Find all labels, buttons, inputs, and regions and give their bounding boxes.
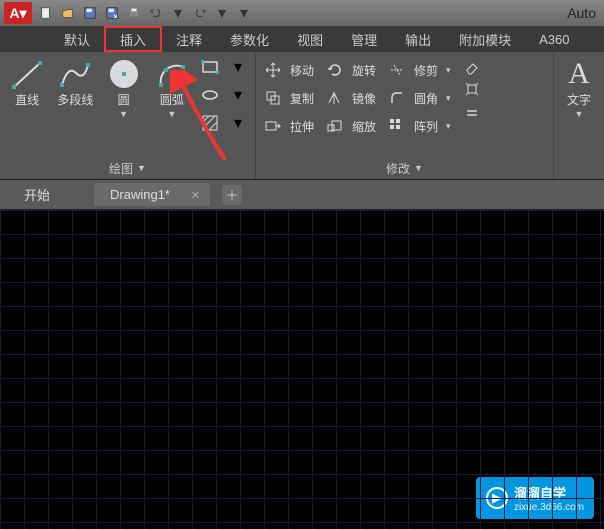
circle-button[interactable]: 圆 ▼ (103, 56, 145, 119)
arc-icon (154, 56, 190, 92)
menu-view[interactable]: 视图 (283, 26, 337, 52)
menu-default[interactable]: 默认 (50, 26, 104, 52)
quick-access-toolbar: ▾ ▾ ▾ (36, 3, 254, 23)
modify-group-title[interactable]: 修改▼ (262, 157, 547, 179)
move-icon (262, 59, 284, 81)
add-tab-button[interactable]: ＋ (222, 185, 242, 205)
app-title: Auto (567, 5, 600, 21)
menu-parametric[interactable]: 参数化 (216, 26, 283, 52)
ellipse-dd-icon[interactable]: ▾ (227, 84, 249, 106)
rotate-icon (324, 59, 346, 81)
tab-start[interactable]: 开始 (8, 181, 90, 208)
line-button[interactable]: 直线 (6, 56, 48, 107)
ribbon-group-modify: 移动 复制 拉伸 旋转 镜像 缩放 修剪▾ 圆角▾ 阵列▾ (256, 52, 554, 179)
stretch-button[interactable]: 拉伸 (262, 112, 314, 140)
trim-icon (386, 59, 408, 81)
text-icon: A (561, 56, 597, 92)
ribbon-group-annotate: A 文字 ▼ (554, 52, 604, 179)
explode-icon[interactable] (461, 78, 483, 100)
save-icon[interactable] (80, 3, 100, 23)
draw-group-title[interactable]: 绘图▼ (6, 157, 249, 179)
ribbon: 直线 多段线 圆 ▼ 圆弧 ▼ ▾ ▾ (0, 52, 604, 180)
copy-icon (262, 87, 284, 109)
watermark-url: zixue.3d66.com (514, 502, 584, 513)
arc-button[interactable]: 圆弧 ▼ (151, 56, 193, 119)
hatch-icon[interactable] (199, 112, 221, 134)
ellipse-icon[interactable] (199, 84, 221, 106)
line-icon (9, 56, 45, 92)
rect-dd-icon[interactable]: ▾ (227, 56, 249, 78)
undo-dropdown[interactable]: ▾ (168, 3, 188, 23)
circle-label: 圆 (118, 94, 130, 107)
line-label: 直线 (15, 94, 39, 107)
fillet-button[interactable]: 圆角▾ (386, 84, 451, 112)
hatch-dd-icon[interactable]: ▾ (227, 112, 249, 134)
drawing-canvas[interactable]: ▶ 溜溜自学 zixue.3d66.com (0, 210, 604, 529)
copy-button[interactable]: 复制 (262, 84, 314, 112)
watermark-brand: 溜溜自学 (514, 483, 584, 502)
app-logo[interactable]: A▾ (4, 2, 32, 24)
text-button[interactable]: A 文字 ▼ (560, 56, 598, 119)
arc-label: 圆弧 (160, 94, 184, 107)
tab-drawing1[interactable]: Drawing1*✕ (94, 183, 210, 206)
move-button[interactable]: 移动 (262, 56, 314, 84)
polyline-icon (57, 56, 93, 92)
menubar: 默认 插入 注释 参数化 视图 管理 输出 附加模块 A360 (0, 26, 604, 52)
undo-icon[interactable] (146, 3, 166, 23)
polyline-button[interactable]: 多段线 (54, 56, 96, 107)
print-icon[interactable] (124, 3, 144, 23)
new-icon[interactable] (36, 3, 56, 23)
open-icon[interactable] (58, 3, 78, 23)
rotate-button[interactable]: 旋转 (324, 56, 376, 84)
qat-more[interactable]: ▾ (234, 3, 254, 23)
array-icon (386, 115, 408, 137)
text-label: 文字 (567, 94, 591, 107)
saveas-icon[interactable] (102, 3, 122, 23)
menu-annotate[interactable]: 注释 (162, 26, 216, 52)
menu-insert[interactable]: 插入 (104, 26, 162, 52)
file-tabbar: 开始 Drawing1*✕ ＋ (0, 180, 604, 210)
titlebar: A▾ ▾ ▾ ▾ Auto (0, 0, 604, 26)
menu-a360[interactable]: A360 (525, 26, 583, 52)
scale-icon (324, 115, 346, 137)
trim-button[interactable]: 修剪▾ (386, 56, 451, 84)
close-icon[interactable]: ✕ (191, 189, 200, 202)
offset-icon[interactable] (461, 100, 483, 122)
scale-button[interactable]: 缩放 (324, 112, 376, 140)
ribbon-group-draw: 直线 多段线 圆 ▼ 圆弧 ▼ ▾ ▾ (0, 52, 256, 179)
array-button[interactable]: 阵列▾ (386, 112, 451, 140)
menu-manage[interactable]: 管理 (337, 26, 391, 52)
rectangle-icon[interactable] (199, 56, 221, 78)
mirror-button[interactable]: 镜像 (324, 84, 376, 112)
polyline-label: 多段线 (57, 94, 93, 107)
redo-icon[interactable] (190, 3, 210, 23)
circle-icon (106, 56, 142, 92)
stretch-icon (262, 115, 284, 137)
mirror-icon (324, 87, 346, 109)
fillet-icon (386, 87, 408, 109)
menu-output[interactable]: 输出 (391, 26, 445, 52)
erase-icon[interactable] (461, 56, 483, 78)
menu-addons[interactable]: 附加模块 (445, 26, 525, 52)
redo-dropdown[interactable]: ▾ (212, 3, 232, 23)
